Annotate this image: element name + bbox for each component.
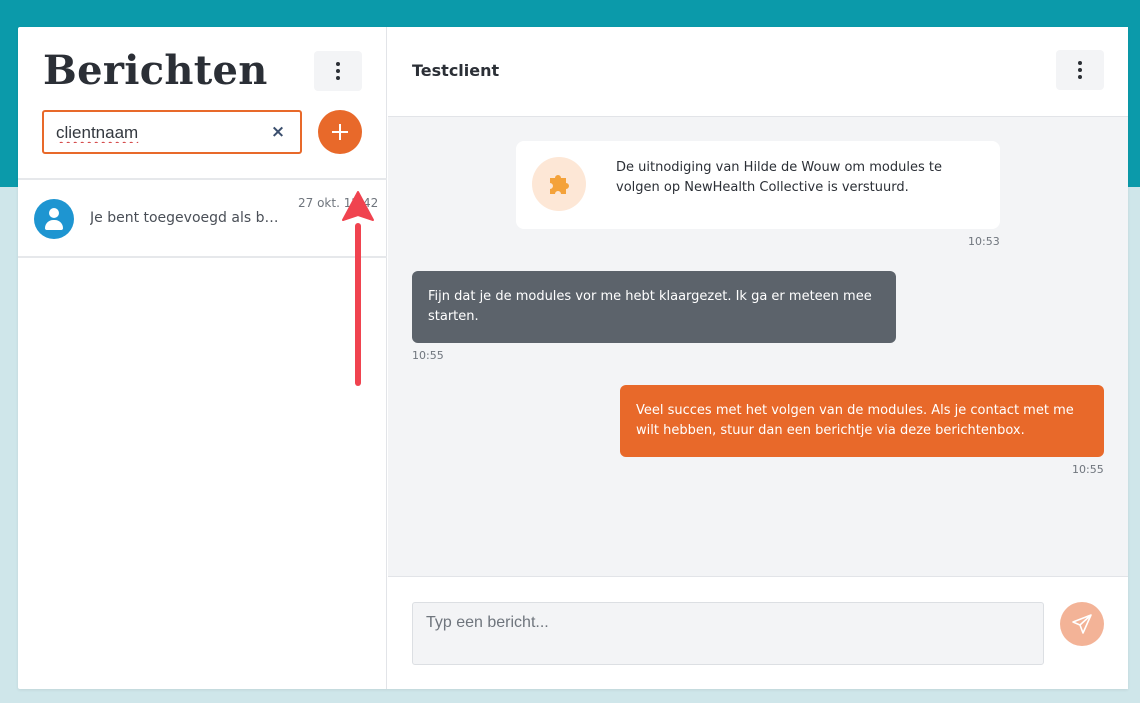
kebab-dot xyxy=(336,76,340,80)
outgoing-message-text: Veel succes met het volgen van de module… xyxy=(636,403,1074,438)
kebab-dot xyxy=(336,62,340,66)
avatar-body xyxy=(45,220,63,230)
kebab-dot xyxy=(336,69,340,73)
chat-panel: Testclient De uitnodiging van Hilde de W… xyxy=(388,27,1128,689)
send-button[interactable] xyxy=(1060,602,1104,646)
send-icon xyxy=(1072,614,1092,634)
messages-card: Berichten × Je bent toegevoegd als beg..… xyxy=(18,27,1128,689)
new-conversation-button[interactable] xyxy=(318,110,362,154)
message-input[interactable] xyxy=(412,602,1044,665)
message-composer xyxy=(388,576,1128,689)
client-search-field: × xyxy=(42,110,302,154)
puzzle-icon-glyph xyxy=(550,175,569,194)
send-icon-shape xyxy=(1072,614,1092,634)
puzzle-shape xyxy=(550,175,569,194)
avatar-user-icon xyxy=(34,199,74,239)
chat-header: Testclient xyxy=(388,27,1128,117)
message-time: 10:55 xyxy=(412,349,444,362)
message-time: 10:53 xyxy=(968,235,1000,248)
kebab-dot xyxy=(1078,68,1082,72)
kebab-dot xyxy=(1078,75,1082,79)
client-search-input[interactable] xyxy=(56,122,256,144)
page-title: Berichten xyxy=(43,47,268,94)
avatar-head xyxy=(49,208,59,218)
system-message-text: De uitnodiging van Hilde de Wouw om modu… xyxy=(616,160,942,195)
incoming-message-text: Fijn dat je de modules vor me hebt klaar… xyxy=(428,289,872,324)
conversation-timestamp: 27 okt. 12:42 xyxy=(298,196,379,210)
kebab-dot xyxy=(1078,61,1082,65)
clear-search-icon[interactable]: × xyxy=(268,122,288,142)
puzzle-icon xyxy=(532,157,586,211)
message-thread: De uitnodiging van Hilde de Wouw om modu… xyxy=(388,117,1128,576)
chat-title: Testclient xyxy=(412,61,500,80)
conversation-preview: Je bent toegevoegd als beg... xyxy=(90,210,280,226)
divider xyxy=(18,256,387,258)
incoming-message: Fijn dat je de modules vor me hebt klaar… xyxy=(412,271,896,343)
message-time: 10:55 xyxy=(1072,463,1104,476)
plus-icon-stem xyxy=(339,124,341,140)
chat-menu-button[interactable] xyxy=(1056,50,1104,90)
conversation-list-panel: Berichten × Je bent toegevoegd als beg..… xyxy=(18,27,387,689)
conversation-list-item[interactable]: Je bent toegevoegd als beg... 27 okt. 12… xyxy=(18,180,387,257)
system-message: De uitnodiging van Hilde de Wouw om modu… xyxy=(516,141,1000,229)
outgoing-message: Veel succes met het volgen van de module… xyxy=(620,385,1104,457)
sidebar-menu-button[interactable] xyxy=(314,51,362,91)
